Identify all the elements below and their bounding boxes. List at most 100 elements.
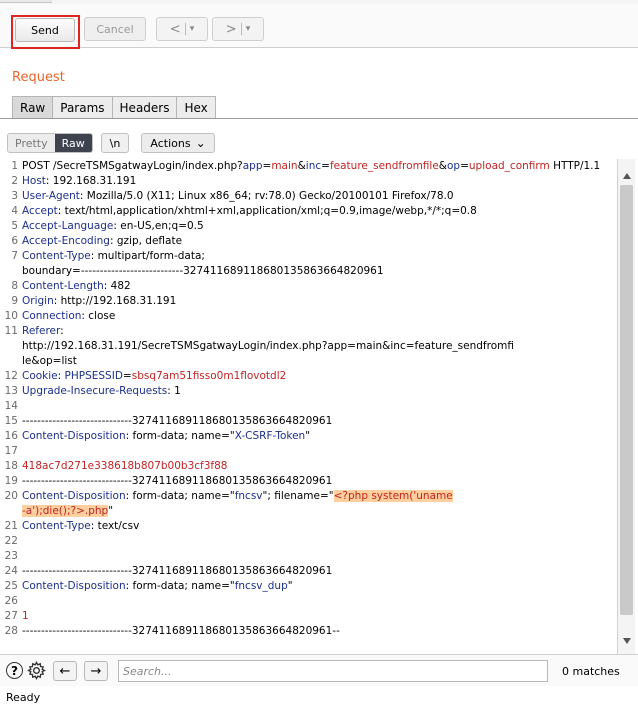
- request-line[interactable]: 2 Host: 192.168.31.191: [0, 174, 617, 189]
- line-content: -----------------------------32741168911…: [22, 474, 617, 489]
- line-number: 1: [11, 160, 18, 172]
- token: 1: [22, 610, 29, 622]
- token: "; filename=": [262, 490, 334, 502]
- cancel-button[interactable]: Cancel: [84, 17, 146, 41]
- pretty-button[interactable]: Pretty: [8, 134, 55, 152]
- request-line[interactable]: 25 Content-Disposition: form-data; name="…: [0, 579, 617, 594]
- header-name: Accept-Encoding: [22, 235, 110, 247]
- scroll-down-icon[interactable]: [623, 638, 631, 644]
- line-number: 14: [4, 400, 18, 412]
- line-content: -----------------------------32741168911…: [22, 564, 617, 579]
- request-line[interactable]: 11 Referer: http://192.168.31.191/SecreTS…: [0, 324, 617, 369]
- request-line[interactable]: 20 Content-Disposition: form-data; name="…: [0, 489, 617, 519]
- history-back-button[interactable]: < ▾: [156, 17, 208, 41]
- line-content: Accept-Encoding: gzip, deflate: [22, 234, 617, 249]
- line-number: 10: [4, 310, 18, 322]
- search-input[interactable]: [118, 660, 548, 682]
- token: ": [287, 580, 293, 592]
- scrollbar-thumb[interactable]: [620, 185, 633, 615]
- request-line[interactable]: 14: [0, 399, 617, 414]
- next-match-button[interactable]: →: [84, 661, 108, 681]
- previous-match-button[interactable]: ←: [53, 661, 77, 681]
- request-line[interactable]: 26: [0, 594, 617, 609]
- request-line[interactable]: 17: [0, 444, 617, 459]
- line-number: 4: [11, 205, 18, 217]
- header-name: Content-Disposition: [22, 580, 126, 592]
- editor-scrollbar[interactable]: [617, 159, 635, 654]
- token: main: [271, 160, 298, 172]
- request-line[interactable]: 24 -----------------------------327411689…: [0, 564, 617, 579]
- request-line[interactable]: 13 Upgrade-Insecure-Requests: 1: [0, 384, 617, 399]
- line-number: 28: [4, 625, 18, 637]
- request-line[interactable]: 27 1: [0, 609, 617, 624]
- token: &: [297, 160, 306, 172]
- request-line[interactable]: 3 User-Agent: Mozilla/5.0 (X11; Linux x86…: [0, 189, 617, 204]
- scroll-up-icon[interactable]: [623, 173, 631, 179]
- send-button[interactable]: Send: [15, 18, 75, 42]
- request-line[interactable]: 18 418ac7d271e338618b807b00b3cf3f88: [0, 459, 617, 474]
- token: : Mozilla/5.0 (X11; Linux x86_64; rv:78.…: [79, 190, 454, 202]
- request-line[interactable]: 15 -----------------------------327411689…: [0, 414, 617, 429]
- request-line[interactable]: 21 Content-Type: text/csv: [0, 519, 617, 534]
- request-line[interactable]: 5 Accept-Language: en-US,en;q=0.5: [0, 219, 617, 234]
- token: HTTP/1.1: [549, 160, 601, 172]
- help-icon[interactable]: ?: [6, 662, 23, 679]
- token: : form-data; name=": [125, 580, 235, 592]
- tab-params[interactable]: Params: [52, 96, 113, 118]
- line-content: Content-Disposition: form-data; name="X-…: [22, 429, 617, 444]
- token: /SecreTSMSgatwayLogin/index.php?: [53, 160, 243, 172]
- line-number: 16: [4, 430, 18, 442]
- request-line[interactable]: 19 -----------------------------327411689…: [0, 474, 617, 489]
- header-name: Upgrade-Insecure-Requests: [22, 385, 168, 397]
- line-content: -----------------------------32741168911…: [22, 414, 617, 429]
- request-line[interactable]: 23: [0, 549, 617, 564]
- line-content: Content-Disposition: form-data; name="fn…: [22, 579, 617, 594]
- tab-raw[interactable]: Raw: [12, 96, 54, 118]
- request-editor[interactable]: 1 POST /SecreTSMSgatwayLogin/index.php?ap…: [0, 159, 617, 654]
- line-content: [22, 534, 617, 549]
- request-line[interactable]: 12 Cookie: PHPSESSID=sbsq7am51fisso0m1flo…: [0, 369, 617, 384]
- token: : form-data; name=": [125, 430, 235, 442]
- request-line[interactable]: 7 Content-Type: multipart/form-data; boun…: [0, 249, 617, 279]
- tab-headers[interactable]: Headers: [111, 96, 178, 118]
- line-content: Content-Length: 482: [22, 279, 617, 294]
- tab-hex[interactable]: Hex: [176, 96, 216, 118]
- request-line[interactable]: 9 Origin: http://192.168.31.191: [0, 294, 617, 309]
- search-bar: ? ← → 0 matches: [0, 654, 638, 686]
- history-forward-button[interactable]: > ▾: [212, 17, 264, 41]
- actions-dropdown[interactable]: Actions ⌄: [141, 133, 215, 153]
- header-name: Origin: [22, 295, 54, 307]
- request-line[interactable]: 22: [0, 534, 617, 549]
- line-number: 24: [4, 565, 18, 577]
- gear-icon[interactable]: [27, 661, 46, 680]
- token: upload_confirm: [468, 160, 550, 172]
- header-name: Host: [22, 175, 46, 187]
- header-name: Accept-Language: [22, 220, 114, 232]
- header-name: Content-Disposition: [22, 490, 126, 502]
- token: -----------------------------32741168911…: [22, 475, 333, 487]
- line-number: 3: [11, 190, 18, 202]
- actions-label: Actions: [150, 136, 191, 150]
- match-count: 0 matches: [562, 665, 620, 678]
- token: :: [57, 370, 65, 382]
- raw-button[interactable]: Raw: [54, 134, 92, 152]
- request-line[interactable]: 4 Accept: text/html,application/xhtml+xml…: [0, 204, 617, 219]
- request-line[interactable]: 16 Content-Disposition: form-data; name="…: [0, 429, 617, 444]
- token: POST: [22, 160, 54, 172]
- line-content: 1: [22, 609, 617, 624]
- show-newlines-button[interactable]: \n: [101, 133, 129, 153]
- request-line[interactable]: 1 POST /SecreTSMSgatwayLogin/index.php?ap…: [0, 159, 617, 174]
- token: sbsq7am51fisso0m1flovotdl2: [131, 370, 287, 382]
- line-content: Accept: text/html,application/xhtml+xml,…: [22, 204, 617, 219]
- forward-icon: >: [225, 21, 237, 37]
- line-number: 15: [4, 415, 18, 427]
- token: -----------------------------32741168911…: [22, 625, 340, 637]
- token: : text/csv: [90, 520, 140, 532]
- request-line[interactable]: 10 Connection: close: [0, 309, 617, 324]
- request-line[interactable]: 28 -----------------------------327411689…: [0, 624, 617, 639]
- request-line[interactable]: 6 Accept-Encoding: gzip, deflate: [0, 234, 617, 249]
- header-name: Cookie: [22, 370, 58, 382]
- request-line[interactable]: 8 Content-Length: 482: [0, 279, 617, 294]
- button-divider: [240, 23, 242, 35]
- line-content: Origin: http://192.168.31.191: [22, 294, 617, 309]
